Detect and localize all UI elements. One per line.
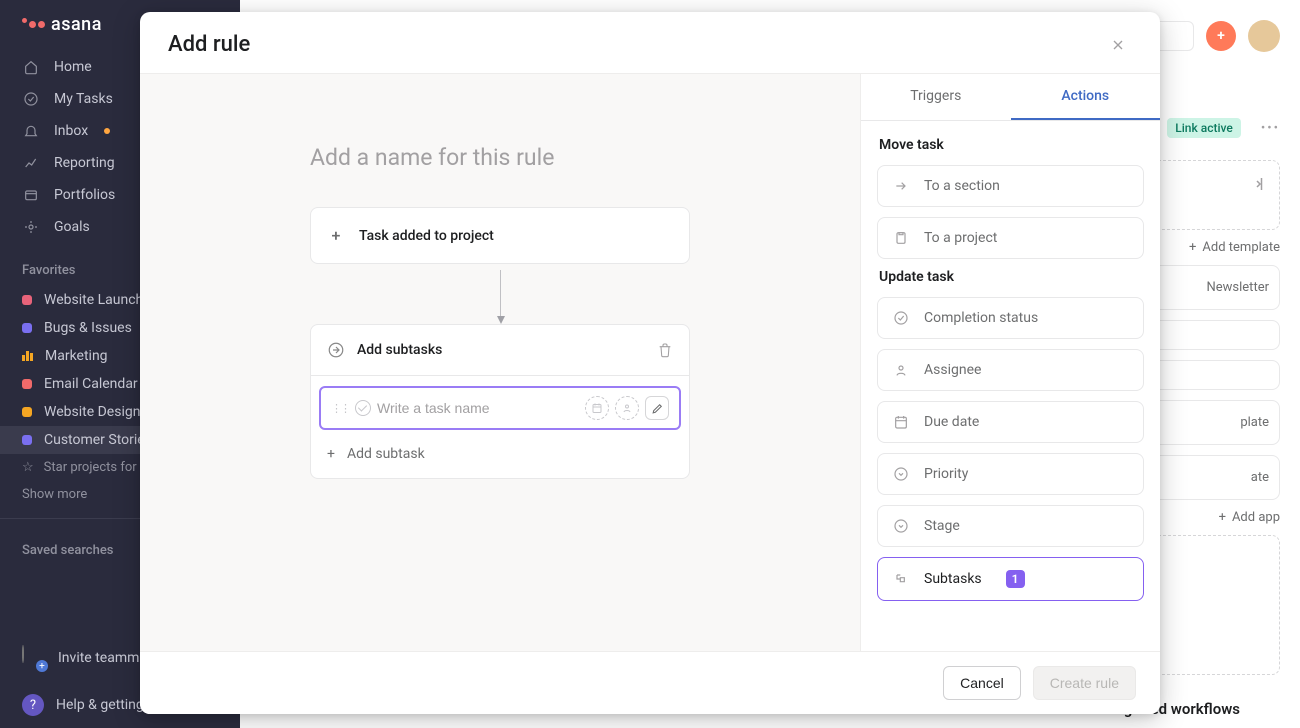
chart-icon — [22, 155, 40, 171]
action-option-assignee[interactable]: Assignee — [877, 349, 1144, 391]
action-option-to-a-project[interactable]: To a project — [877, 217, 1144, 259]
dropdown-icon — [892, 466, 910, 482]
panel-group-title: Update task — [879, 269, 1144, 285]
user-avatar[interactable] — [1248, 20, 1280, 52]
link-active-badge: Link active — [1167, 118, 1241, 138]
assignee-icon[interactable] — [615, 396, 639, 420]
plus-icon: + — [327, 446, 335, 462]
project-color-icon — [22, 323, 32, 333]
add-rule-modal: Add rule Add a name for this rule + Task… — [140, 12, 1160, 714]
actions-panel: Triggers Actions Move task To a section To… — [860, 74, 1160, 651]
project-color-icon — [22, 295, 32, 305]
edit-subtask-icon[interactable] — [645, 396, 669, 420]
project-color-icon — [22, 435, 32, 445]
bell-icon — [22, 123, 40, 139]
badge-dot — [104, 128, 110, 134]
tab-triggers[interactable]: Triggers — [861, 74, 1011, 120]
delete-action-button[interactable] — [657, 342, 673, 358]
cancel-button[interactable]: Cancel — [943, 666, 1021, 700]
help-icon: ? — [22, 694, 44, 716]
step-marker: 1 — [1006, 570, 1025, 588]
rule-canvas: Add a name for this rule + Task added to… — [140, 74, 860, 651]
project-color-icon — [22, 351, 33, 361]
plus-icon: + — [327, 226, 345, 245]
close-icon[interactable] — [1110, 37, 1132, 53]
flow-connector — [500, 270, 501, 318]
logo[interactable]: asana — [22, 14, 102, 35]
rule-name-input[interactable]: Add a name for this rule — [310, 144, 690, 171]
trigger-card[interactable]: + Task added to project — [310, 207, 690, 264]
calendar-icon — [892, 414, 910, 430]
invite-avatar-icon: + — [22, 646, 46, 670]
plus-icon: + — [1189, 240, 1196, 255]
subtask-icon — [892, 571, 910, 587]
trigger-label: Task added to project — [359, 228, 494, 244]
action-icon — [327, 341, 345, 359]
collapse-panel-icon[interactable] — [1251, 175, 1269, 193]
panel-group-title: Move task — [879, 137, 1144, 153]
project-color-icon — [22, 407, 32, 417]
action-option-priority[interactable]: Priority — [877, 453, 1144, 495]
modal-title: Add rule — [168, 32, 250, 57]
star-icon: ☆ — [22, 460, 34, 475]
plus-icon: + — [1219, 510, 1226, 525]
user-icon — [892, 362, 910, 378]
check-icon — [22, 91, 40, 107]
due-date-icon[interactable] — [585, 396, 609, 420]
create-rule-button[interactable]: Create rule — [1033, 666, 1136, 700]
action-option-subtasks[interactable]: Subtasks1 — [877, 557, 1144, 601]
action-option-completion-status[interactable]: Completion status — [877, 297, 1144, 339]
action-option-due-date[interactable]: Due date — [877, 401, 1144, 443]
global-add-button[interactable]: + — [1206, 21, 1236, 51]
action-card: Add subtasks 2 ⋮⋮ — [310, 324, 690, 479]
action-title: Add subtasks — [357, 342, 442, 358]
clipboard-icon — [892, 230, 910, 246]
subtask-input-row[interactable]: 2 ⋮⋮ — [319, 386, 681, 430]
more-icon[interactable]: ••• — [1261, 121, 1280, 136]
dropdown-icon — [892, 518, 910, 534]
logo-text: asana — [51, 14, 102, 35]
action-option-stage[interactable]: Stage — [877, 505, 1144, 547]
target-icon — [22, 219, 40, 235]
arrow-icon — [892, 178, 910, 194]
check-icon — [892, 310, 910, 326]
subtask-name-input[interactable] — [377, 398, 579, 418]
drag-handle-icon[interactable]: ⋮⋮ — [331, 402, 349, 415]
folder-icon — [22, 187, 40, 203]
subtask-check-icon[interactable] — [355, 400, 371, 416]
home-icon — [22, 59, 40, 75]
add-subtask-button[interactable]: + Add subtask — [311, 434, 689, 478]
project-color-icon — [22, 379, 32, 389]
tab-actions[interactable]: Actions — [1011, 74, 1161, 120]
action-option-to-a-section[interactable]: To a section — [877, 165, 1144, 207]
